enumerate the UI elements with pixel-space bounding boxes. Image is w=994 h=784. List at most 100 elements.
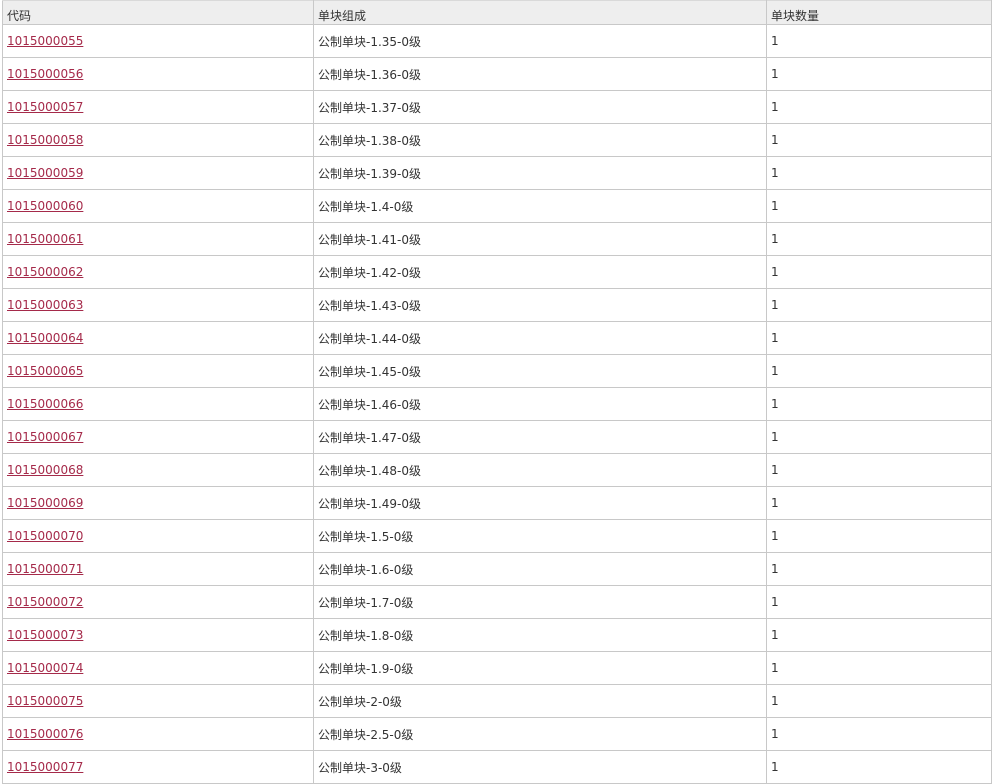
quantity-cell: 1 [766,189,992,223]
table-row: 1015000074 公制单块-1.9-0级 1 [2,651,992,685]
quantity-cell: 1 [766,387,992,421]
code-cell: 1015000071 [2,552,314,586]
composition-cell: 公制单块-1.45-0级 [313,354,767,388]
code-cell: 1015000062 [2,255,314,289]
table-row: 1015000058 公制单块-1.38-0级 1 [2,123,992,157]
table-row: 1015000056 公制单块-1.36-0级 1 [2,57,992,91]
quantity-cell: 1 [766,321,992,355]
composition-cell: 公制单块-3-0级 [313,750,767,784]
code-cell: 1015000067 [2,420,314,454]
composition-cell: 公制单块-1.9-0级 [313,651,767,685]
quantity-cell: 1 [766,585,992,619]
code-link[interactable]: 1015000063 [7,298,83,312]
composition-cell: 公制单块-1.35-0级 [313,24,767,58]
header-row: 代码 单块组成 单块数量 [2,0,992,25]
code-cell: 1015000066 [2,387,314,421]
table-row: 1015000065 公制单块-1.45-0级 1 [2,354,992,388]
quantity-cell: 1 [766,156,992,190]
code-link[interactable]: 1015000055 [7,34,83,48]
composition-cell: 公制单块-1.46-0级 [313,387,767,421]
column-header-quantity: 单块数量 [766,0,992,25]
table-row: 1015000073 公制单块-1.8-0级 1 [2,618,992,652]
table-header: 代码 单块组成 单块数量 [2,0,992,25]
code-link[interactable]: 1015000067 [7,430,83,444]
code-cell: 1015000068 [2,453,314,487]
composition-cell: 公制单块-1.49-0级 [313,486,767,520]
code-link[interactable]: 1015000062 [7,265,83,279]
table-row: 1015000077 公制单块-3-0级 1 [2,750,992,784]
quantity-cell: 1 [766,453,992,487]
code-link[interactable]: 1015000064 [7,331,83,345]
table-row: 1015000059 公制单块-1.39-0级 1 [2,156,992,190]
code-cell: 1015000064 [2,321,314,355]
code-link[interactable]: 1015000070 [7,529,83,543]
quantity-cell: 1 [766,354,992,388]
composition-cell: 公制单块-1.44-0级 [313,321,767,355]
quantity-cell: 1 [766,717,992,751]
quantity-cell: 1 [766,222,992,256]
composition-cell: 公制单块-1.8-0级 [313,618,767,652]
code-link[interactable]: 1015000065 [7,364,83,378]
code-cell: 1015000057 [2,90,314,124]
code-cell: 1015000055 [2,24,314,58]
table-row: 1015000068 公制单块-1.48-0级 1 [2,453,992,487]
quantity-cell: 1 [766,519,992,553]
composition-cell: 公制单块-1.36-0级 [313,57,767,91]
table-body: 1015000055 公制单块-1.35-0级 1 1015000056 公制单块-1.… [2,24,992,784]
table-row: 1015000066 公制单块-1.46-0级 1 [2,387,992,421]
code-cell: 1015000075 [2,684,314,718]
code-link[interactable]: 1015000068 [7,463,83,477]
code-cell: 1015000060 [2,189,314,223]
quantity-cell: 1 [766,123,992,157]
quantity-cell: 1 [766,420,992,454]
code-cell: 1015000059 [2,156,314,190]
code-cell: 1015000061 [2,222,314,256]
code-cell: 1015000073 [2,618,314,652]
composition-cell: 公制单块-1.4-0级 [313,189,767,223]
code-link[interactable]: 1015000069 [7,496,83,510]
quantity-cell: 1 [766,486,992,520]
table-row: 1015000064 公制单块-1.44-0级 1 [2,321,992,355]
code-link[interactable]: 1015000077 [7,760,83,774]
code-link[interactable]: 1015000072 [7,595,83,609]
code-link[interactable]: 1015000071 [7,562,83,576]
gauge-block-table: 代码 单块组成 单块数量 1015000055 公制单块-1.35-0级 1 1015… [2,0,992,784]
composition-cell: 公制单块-1.39-0级 [313,156,767,190]
gauge-block-table-container: 代码 单块组成 单块数量 1015000055 公制单块-1.35-0级 1 1015… [2,0,992,784]
code-link[interactable]: 1015000066 [7,397,83,411]
table-row: 1015000063 公制单块-1.43-0级 1 [2,288,992,322]
table-row: 1015000070 公制单块-1.5-0级 1 [2,519,992,553]
code-link[interactable]: 1015000075 [7,694,83,708]
code-link[interactable]: 1015000060 [7,199,83,213]
code-cell: 1015000076 [2,717,314,751]
table-row: 1015000072 公制单块-1.7-0级 1 [2,585,992,619]
composition-cell: 公制单块-1.37-0级 [313,90,767,124]
composition-cell: 公制单块-1.47-0级 [313,420,767,454]
composition-cell: 公制单块-1.7-0级 [313,585,767,619]
column-header-code: 代码 [2,0,314,25]
code-link[interactable]: 1015000076 [7,727,83,741]
composition-cell: 公制单块-1.38-0级 [313,123,767,157]
quantity-cell: 1 [766,750,992,784]
code-link[interactable]: 1015000057 [7,100,83,114]
table-row: 1015000076 公制单块-2.5-0级 1 [2,717,992,751]
table-row: 1015000057 公制单块-1.37-0级 1 [2,90,992,124]
composition-cell: 公制单块-1.48-0级 [313,453,767,487]
code-link[interactable]: 1015000073 [7,628,83,642]
table-row: 1015000069 公制单块-1.49-0级 1 [2,486,992,520]
code-link[interactable]: 1015000056 [7,67,83,81]
table-row: 1015000075 公制单块-2-0级 1 [2,684,992,718]
table-row: 1015000060 公制单块-1.4-0级 1 [2,189,992,223]
code-link[interactable]: 1015000059 [7,166,83,180]
composition-cell: 公制单块-1.42-0级 [313,255,767,289]
composition-cell: 公制单块-2.5-0级 [313,717,767,751]
code-link[interactable]: 1015000058 [7,133,83,147]
code-link[interactable]: 1015000074 [7,661,83,675]
code-link[interactable]: 1015000061 [7,232,83,246]
quantity-cell: 1 [766,90,992,124]
quantity-cell: 1 [766,552,992,586]
quantity-cell: 1 [766,24,992,58]
composition-cell: 公制单块-1.43-0级 [313,288,767,322]
code-cell: 1015000072 [2,585,314,619]
quantity-cell: 1 [766,618,992,652]
